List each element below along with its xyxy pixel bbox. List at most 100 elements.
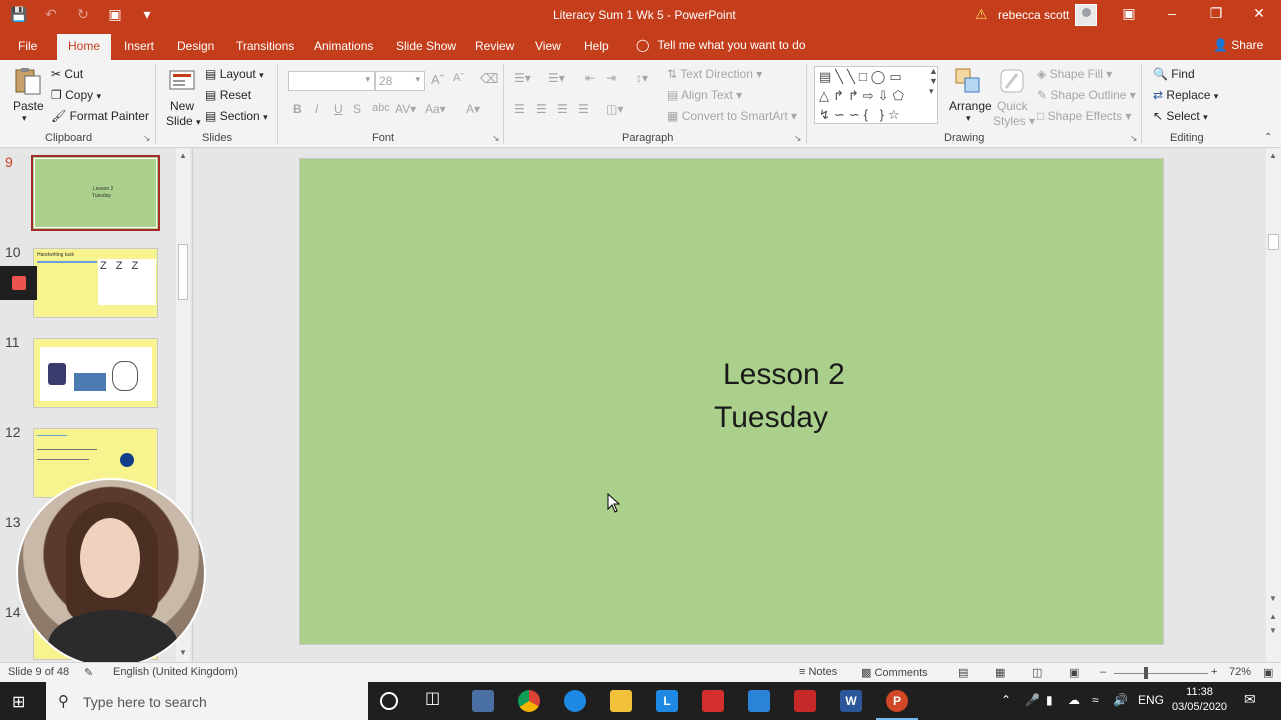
scroll-down-icon[interactable]: ▼ bbox=[176, 648, 190, 657]
align-right-icon[interactable]: ☰ bbox=[557, 102, 568, 116]
align-left-icon[interactable]: ☰ bbox=[514, 102, 525, 116]
tab-home[interactable]: Home bbox=[57, 34, 112, 60]
font-size-combo[interactable]: 28 ▾ bbox=[375, 71, 425, 91]
change-case-icon[interactable]: Aa▾ bbox=[425, 102, 446, 116]
app-l-icon[interactable]: L bbox=[656, 690, 678, 712]
fit-to-window-icon[interactable]: ▣ bbox=[1263, 666, 1273, 679]
notifications-icon[interactable]: ✉ bbox=[1244, 691, 1256, 708]
restore-icon[interactable]: ❐ bbox=[1206, 5, 1226, 22]
redo-icon[interactable]: ↻ bbox=[74, 6, 92, 23]
share-button[interactable]: 👤 Share bbox=[1213, 38, 1263, 52]
minimize-icon[interactable]: – bbox=[1162, 5, 1182, 21]
slide-canvas[interactable]: Lesson 2 Tuesday bbox=[299, 158, 1164, 645]
zoom-in-icon[interactable]: + bbox=[1211, 666, 1217, 678]
next-slide-icon[interactable]: ▼ bbox=[1266, 626, 1280, 635]
wifi-icon[interactable]: ≈ bbox=[1092, 693, 1099, 707]
onedrive-icon[interactable]: ☁ bbox=[1068, 693, 1080, 707]
layout-button[interactable]: ▤ Layout ▾ bbox=[205, 67, 264, 81]
store-icon[interactable] bbox=[472, 690, 494, 712]
save-icon[interactable]: 💾 bbox=[10, 6, 28, 23]
normal-view-icon[interactable]: ▤ bbox=[958, 666, 968, 679]
font-name-combo[interactable]: ▾ bbox=[288, 71, 375, 91]
bold-icon[interactable]: B bbox=[293, 102, 302, 116]
clear-formatting-icon[interactable]: ⌫ bbox=[480, 71, 498, 87]
warning-icon[interactable]: ⚠ bbox=[975, 6, 988, 23]
tell-me-box[interactable]: ◯ Tell me what you want to do bbox=[636, 38, 806, 52]
battery-icon[interactable]: ▮ bbox=[1046, 693, 1053, 707]
tab-animations[interactable]: Animations bbox=[314, 39, 373, 53]
slide-thumbnail-10[interactable]: Handwriting task Z Z Z bbox=[33, 248, 158, 318]
shape-outline-button[interactable]: ✎ Shape Outline ▾ bbox=[1037, 88, 1136, 102]
font-launcher-icon[interactable]: ↘ bbox=[492, 133, 500, 144]
new-slide-button[interactable]: Slide ▾ bbox=[166, 114, 201, 128]
edge-icon[interactable] bbox=[564, 690, 586, 712]
reset-button[interactable]: ▤ Reset bbox=[205, 88, 251, 102]
show-hidden-icons-icon[interactable]: ⌃ bbox=[1001, 693, 1011, 707]
mail-icon[interactable] bbox=[748, 690, 770, 712]
bullets-icon[interactable]: ☰▾ bbox=[514, 71, 531, 85]
cut-button[interactable]: ✂ Cut bbox=[51, 67, 83, 81]
copy-button[interactable]: ❐ Copy ▾ bbox=[51, 88, 101, 102]
security-shield-icon[interactable] bbox=[794, 690, 816, 712]
shape-fill-button[interactable]: ◈ Shape Fill ▾ bbox=[1037, 67, 1112, 81]
arrange-dropdown-icon[interactable]: ▾ bbox=[966, 113, 971, 124]
replace-button[interactable]: ⇄ Replace ▾ bbox=[1153, 88, 1218, 102]
spelling-icon[interactable]: ✎ bbox=[84, 666, 93, 679]
scroll-down-icon[interactable]: ▼ bbox=[1266, 594, 1280, 603]
section-button[interactable]: ▤ Section ▾ bbox=[205, 109, 268, 123]
strikethrough-icon[interactable]: abc bbox=[372, 102, 390, 114]
find-button[interactable]: 🔍 Find bbox=[1153, 67, 1195, 81]
tab-help[interactable]: Help bbox=[584, 39, 609, 53]
shapes-more-icon[interactable]: ▲ ▼ ▾ bbox=[929, 66, 938, 97]
slide-sorter-icon[interactable]: ▦ bbox=[995, 666, 1005, 679]
recording-stop-button[interactable] bbox=[0, 266, 37, 300]
tab-review[interactable]: Review bbox=[475, 39, 514, 53]
tab-slide-show[interactable]: Slide Show bbox=[396, 39, 456, 53]
character-spacing-icon[interactable]: AV▾ bbox=[395, 102, 416, 116]
microphone-icon[interactable]: 🎤 bbox=[1025, 693, 1040, 707]
zoom-slider[interactable] bbox=[1114, 673, 1208, 674]
increase-indent-icon[interactable]: ⇥ bbox=[606, 71, 616, 85]
new-slide-label[interactable]: New bbox=[170, 99, 194, 113]
arrange-icon[interactable] bbox=[953, 66, 983, 96]
increase-font-icon[interactable]: Aˆ bbox=[431, 72, 444, 87]
align-center-icon[interactable]: ☰ bbox=[536, 102, 547, 116]
taskbar-search-box[interactable]: ⚲ Type here to search bbox=[46, 682, 368, 720]
select-button[interactable]: ↖ Select ▾ bbox=[1153, 109, 1208, 123]
zoom-out-icon[interactable]: – bbox=[1100, 666, 1106, 678]
paste-icon[interactable] bbox=[13, 66, 43, 96]
slide-scrollbar[interactable]: ▲ ▼ ▲ ▼ bbox=[1266, 148, 1281, 662]
user-name[interactable]: rebecca scott bbox=[998, 8, 1069, 22]
slide-title-textbox[interactable]: Lesson 2 Tuesday bbox=[714, 353, 845, 439]
tab-design[interactable]: Design bbox=[177, 39, 214, 53]
drawing-launcher-icon[interactable]: ↘ bbox=[1130, 133, 1138, 144]
powerpoint-icon[interactable]: P bbox=[886, 690, 908, 712]
windows-start-icon[interactable]: ⊞ bbox=[12, 692, 25, 712]
app-red-icon[interactable] bbox=[702, 690, 724, 712]
zoom-slider-handle[interactable] bbox=[1144, 667, 1148, 679]
previous-slide-icon[interactable]: ▲ bbox=[1266, 612, 1280, 621]
notes-button[interactable]: ≡ Notes bbox=[799, 666, 837, 678]
file-explorer-icon[interactable] bbox=[610, 690, 632, 712]
decrease-indent-icon[interactable]: ⇤ bbox=[585, 71, 595, 85]
quick-styles-button[interactable]: Styles ▾ bbox=[993, 114, 1035, 128]
zoom-level[interactable]: 72% bbox=[1229, 666, 1251, 678]
text-direction-button[interactable]: ⇅ Text Direction ▾ bbox=[667, 67, 762, 81]
shapes-gallery[interactable]: ▤╲╲□◯▭ △↱↱⇨⇩⬠ ↯∽∽{ }☆ bbox=[814, 66, 938, 124]
convert-smartart-button[interactable]: ▦ Convert to SmartArt ▾ bbox=[667, 109, 797, 123]
cortana-icon[interactable] bbox=[380, 692, 398, 710]
volume-icon[interactable]: 🔊 bbox=[1113, 693, 1128, 707]
quick-styles-label[interactable]: Quick bbox=[997, 99, 1028, 113]
scroll-up-icon[interactable]: ▲ bbox=[176, 151, 190, 160]
task-view-icon[interactable]: ◫ bbox=[425, 688, 447, 710]
word-icon[interactable]: W bbox=[840, 690, 862, 712]
chrome-icon[interactable] bbox=[518, 690, 540, 712]
font-color-icon[interactable]: A▾ bbox=[466, 102, 480, 116]
tab-file[interactable]: File bbox=[18, 39, 37, 53]
clipboard-launcher-icon[interactable]: ↘ bbox=[143, 133, 151, 144]
slide-thumbnail-9[interactable]: Lesson 2 Tuesday bbox=[31, 155, 160, 231]
paste-button[interactable]: Paste bbox=[13, 99, 44, 113]
undo-icon[interactable]: ↶ bbox=[42, 6, 60, 23]
tab-transitions[interactable]: Transitions bbox=[236, 39, 294, 53]
tab-view[interactable]: View bbox=[535, 39, 561, 53]
